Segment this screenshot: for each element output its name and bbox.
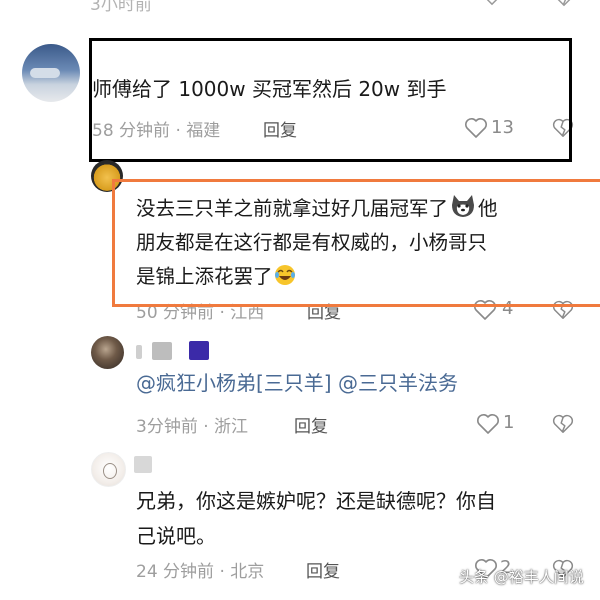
highlight-box-orange [112,179,600,307]
heart-outline-icon[interactable] [476,413,500,435]
dislike-broken-heart-icon[interactable] [553,0,575,8]
comment-meta: 3分钟前 · 浙江 [136,417,249,437]
reply-button[interactable]: 回复 [306,557,340,582]
dislike-broken-heart-icon[interactable] [552,413,574,435]
avatar[interactable] [91,452,126,487]
username-badge [189,341,209,360]
highlight-box-black [89,38,572,162]
username-redacted [136,345,142,359]
top-comment-meta: 3小时前 [90,0,152,15]
watermark: 头条 @裕丰人间说 [459,568,584,586]
username-redacted [152,342,172,360]
mention-link[interactable]: @疯狂小杨弟[三只羊] @三只羊法务 [136,367,458,396]
comment-text: 兄弟，你这是嫉妒呢？还是缺德呢？你自 己说吧。 [136,484,496,554]
comment-text-line: 兄弟，你这是嫉妒呢？还是缺德呢？你自 [136,489,496,513]
comment-meta: 24 分钟前 · 北京 [136,562,265,582]
comment-text-line: 己说吧。 [136,524,216,548]
heart-outline-icon[interactable] [480,0,504,6]
avatar[interactable] [22,44,80,102]
username-redacted [134,456,152,473]
reply-button[interactable]: 回复 [294,412,328,437]
like-count: 1 [503,412,515,433]
avatar[interactable] [91,336,124,369]
